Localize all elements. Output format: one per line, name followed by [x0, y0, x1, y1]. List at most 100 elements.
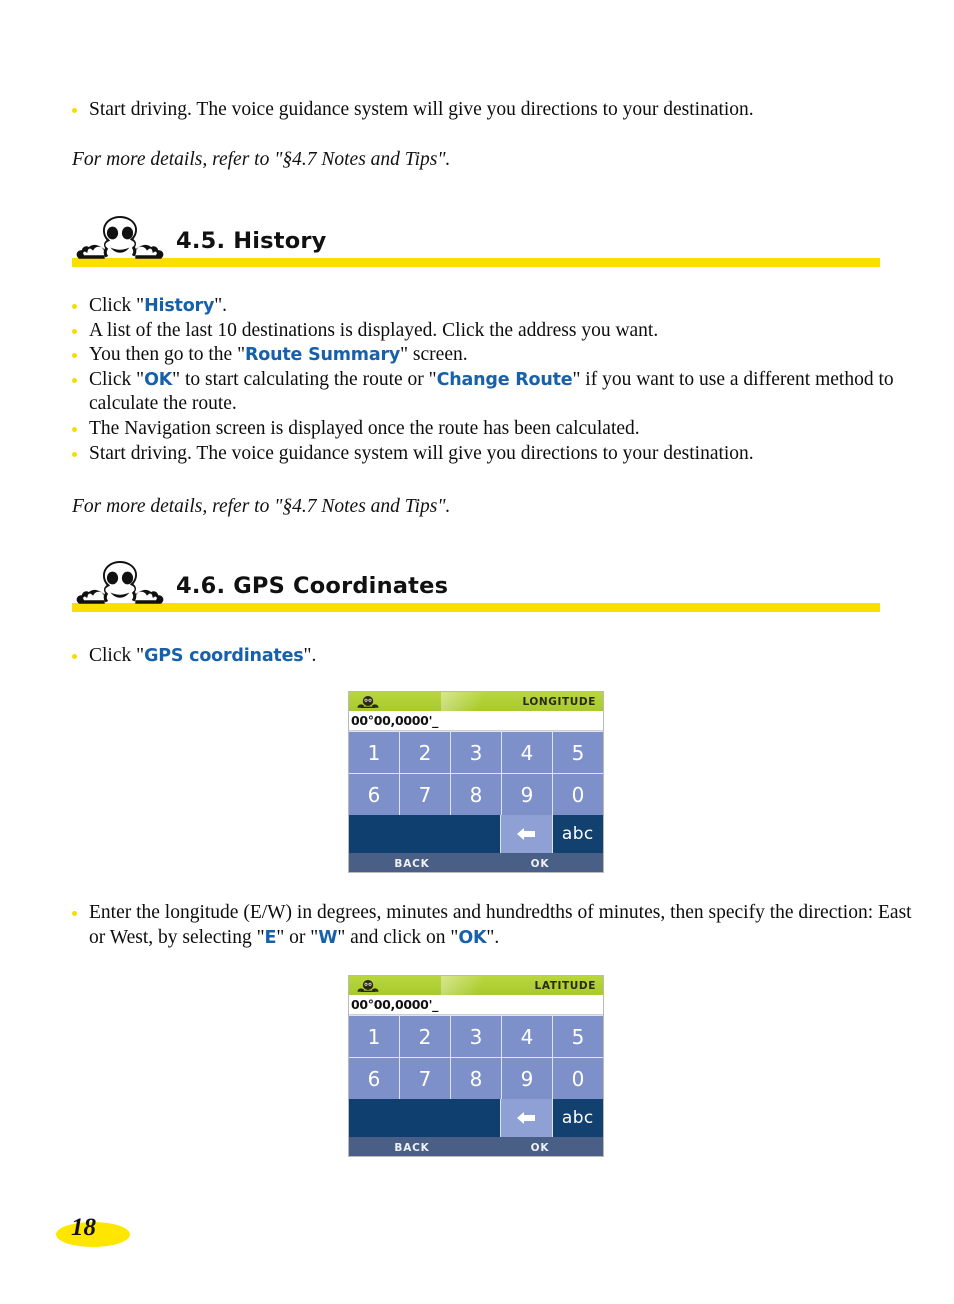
key-3[interactable]: 3	[451, 1016, 501, 1057]
keyword-west: W	[318, 927, 338, 948]
key-2[interactable]: 2	[400, 732, 450, 773]
key-0[interactable]: 0	[553, 1058, 603, 1099]
spacebar-key[interactable]	[349, 1099, 501, 1137]
intro-note: For more details, refer to "§4.7 Notes a…	[72, 149, 451, 170]
abc-key[interactable]: abc	[552, 815, 603, 853]
keyword-gps-coordinates: GPS coordinates	[144, 646, 304, 666]
key-3[interactable]: 3	[451, 732, 501, 773]
list-item-text-pre: Click "	[89, 645, 145, 666]
page-title: 4.5. History	[176, 228, 327, 254]
list-item-text-post: ".	[214, 295, 228, 316]
key-1[interactable]: 1	[349, 1016, 399, 1057]
key-8[interactable]: 8	[451, 774, 501, 815]
key-9[interactable]: 9	[502, 774, 552, 815]
list-item-text-mid2: " and click on "	[337, 926, 459, 948]
longitude-instruction-list: Enter the longitude (E/W) in degrees, mi…	[60, 901, 922, 950]
key-4[interactable]: 4	[502, 1016, 552, 1057]
list-item: Click "History".	[60, 294, 920, 319]
numeric-keypad: 1 2 3 4 5 6 7 8 9 0	[349, 731, 603, 815]
bullet-dot-icon	[72, 911, 77, 916]
keypad-action-row: abc	[349, 1099, 603, 1137]
section-underline-bar	[72, 258, 880, 267]
backspace-key[interactable]	[501, 815, 552, 853]
key-5[interactable]: 5	[553, 732, 603, 773]
gps-bullet-list: Click "GPS coordinates".	[60, 644, 920, 669]
key-6[interactable]: 6	[349, 1058, 399, 1099]
page-number-badge: 18	[50, 1208, 150, 1256]
intro-bullet-list: Start driving. The voice guidance system…	[60, 98, 920, 123]
titlebar-sheen	[441, 976, 497, 995]
list-item-text: A list of the last 10 destinations is di…	[89, 319, 659, 341]
list-item-text-pre: Click "	[89, 295, 145, 316]
bullet-dot-icon	[72, 304, 77, 309]
key-0[interactable]: 0	[553, 774, 603, 815]
keyword-change-route: Change Route	[436, 369, 573, 390]
backspace-arrow-icon	[517, 1112, 536, 1124]
document-page: Start driving. The voice guidance system…	[0, 0, 954, 1304]
list-item: The Navigation screen is displayed once …	[60, 417, 920, 442]
coordinate-input[interactable]: 00°00,0000'_	[349, 995, 603, 1015]
coordinate-input[interactable]: 00°00,0000'_	[349, 711, 603, 731]
michelin-man-icon	[76, 216, 164, 259]
bullet-dot-icon	[72, 654, 77, 659]
key-6[interactable]: 6	[349, 774, 399, 815]
device-title-bar: LATITUDE	[349, 976, 603, 995]
device-footer-bar: BACK OK	[349, 1137, 603, 1156]
keyword-ok: OK	[144, 369, 173, 390]
list-item: You then go to the "Route Summary" scree…	[60, 343, 920, 368]
keyword-history: History	[144, 296, 215, 316]
bullet-dot-icon	[72, 426, 77, 432]
history-note: For more details, refer to "§4.7 Notes a…	[72, 496, 451, 517]
keyword-east: E	[264, 927, 277, 948]
michelin-head-icon	[357, 980, 379, 992]
ok-button[interactable]: OK	[477, 853, 603, 872]
numeric-keypad: 1 2 3 4 5 6 7 8 9 0	[349, 1015, 603, 1099]
back-button[interactable]: BACK	[349, 853, 475, 872]
key-2[interactable]: 2	[400, 1016, 450, 1057]
key-1[interactable]: 1	[349, 732, 399, 773]
key-7[interactable]: 7	[400, 1058, 450, 1099]
back-button[interactable]: BACK	[349, 1137, 475, 1156]
keypad-action-row: abc	[349, 815, 603, 853]
device-title-text: LONGITUDE	[522, 695, 596, 708]
device-footer-bar: BACK OK	[349, 853, 603, 872]
keyword-route-summary: Route Summary	[245, 345, 401, 366]
section-underline-bar	[72, 603, 880, 612]
ok-button[interactable]: OK	[477, 1137, 603, 1156]
list-item-text-pre: Click "	[89, 368, 145, 390]
coordinate-input-value: 00°00,0000'_	[351, 713, 439, 728]
bullet-dot-icon	[72, 377, 77, 383]
bullet-dot-icon	[72, 328, 77, 334]
list-item-text-mid: " to start calculating the route or "	[172, 368, 437, 390]
gps-device-screenshot-latitude: LATITUDE 00°00,0000'_ 1 2 3 4 5 6 7 8 9 …	[348, 975, 604, 1157]
gps-device-screenshot-longitude: LONGITUDE 00°00,0000'_ 1 2 3 4 5 6 7 8 9…	[348, 691, 604, 873]
list-item: Click "OK" to start calculating the rout…	[60, 368, 920, 417]
list-item: A list of the last 10 destinations is di…	[60, 319, 920, 344]
list-item: Start driving. The voice guidance system…	[60, 98, 920, 123]
key-4[interactable]: 4	[502, 732, 552, 773]
list-item-text-post: ".	[486, 926, 500, 948]
list-item-text-pre: You then go to the "	[89, 344, 246, 366]
list-item-text-post: ".	[303, 645, 317, 666]
list-item: Start driving. The voice guidance system…	[60, 442, 920, 467]
key-5[interactable]: 5	[553, 1016, 603, 1057]
abc-key[interactable]: abc	[552, 1099, 603, 1137]
key-9[interactable]: 9	[502, 1058, 552, 1099]
list-item-text: The Navigation screen is displayed once …	[89, 417, 640, 439]
spacebar-key[interactable]	[349, 815, 501, 853]
list-item-text-post: " screen.	[400, 344, 468, 366]
bullet-dot-icon	[72, 451, 77, 457]
device-title-bar: LONGITUDE	[349, 692, 603, 711]
michelin-head-icon	[357, 696, 379, 708]
key-7[interactable]: 7	[400, 774, 450, 815]
coordinate-input-value: 00°00,0000'_	[351, 997, 439, 1012]
list-item: Enter the longitude (E/W) in degrees, mi…	[60, 901, 922, 950]
list-item-text-pre: Enter the longitude (E/W) in degrees, mi…	[89, 902, 912, 948]
key-8[interactable]: 8	[451, 1058, 501, 1099]
list-item-text: Start driving. The voice guidance system…	[89, 442, 754, 464]
keyword-ok: OK	[458, 927, 487, 948]
list-item-text: Start driving. The voice guidance system…	[89, 99, 754, 120]
backspace-key[interactable]	[501, 1099, 552, 1137]
backspace-arrow-icon	[517, 828, 536, 840]
section-header-gps-coordinates: 4.6. GPS Coordinates	[0, 561, 954, 625]
